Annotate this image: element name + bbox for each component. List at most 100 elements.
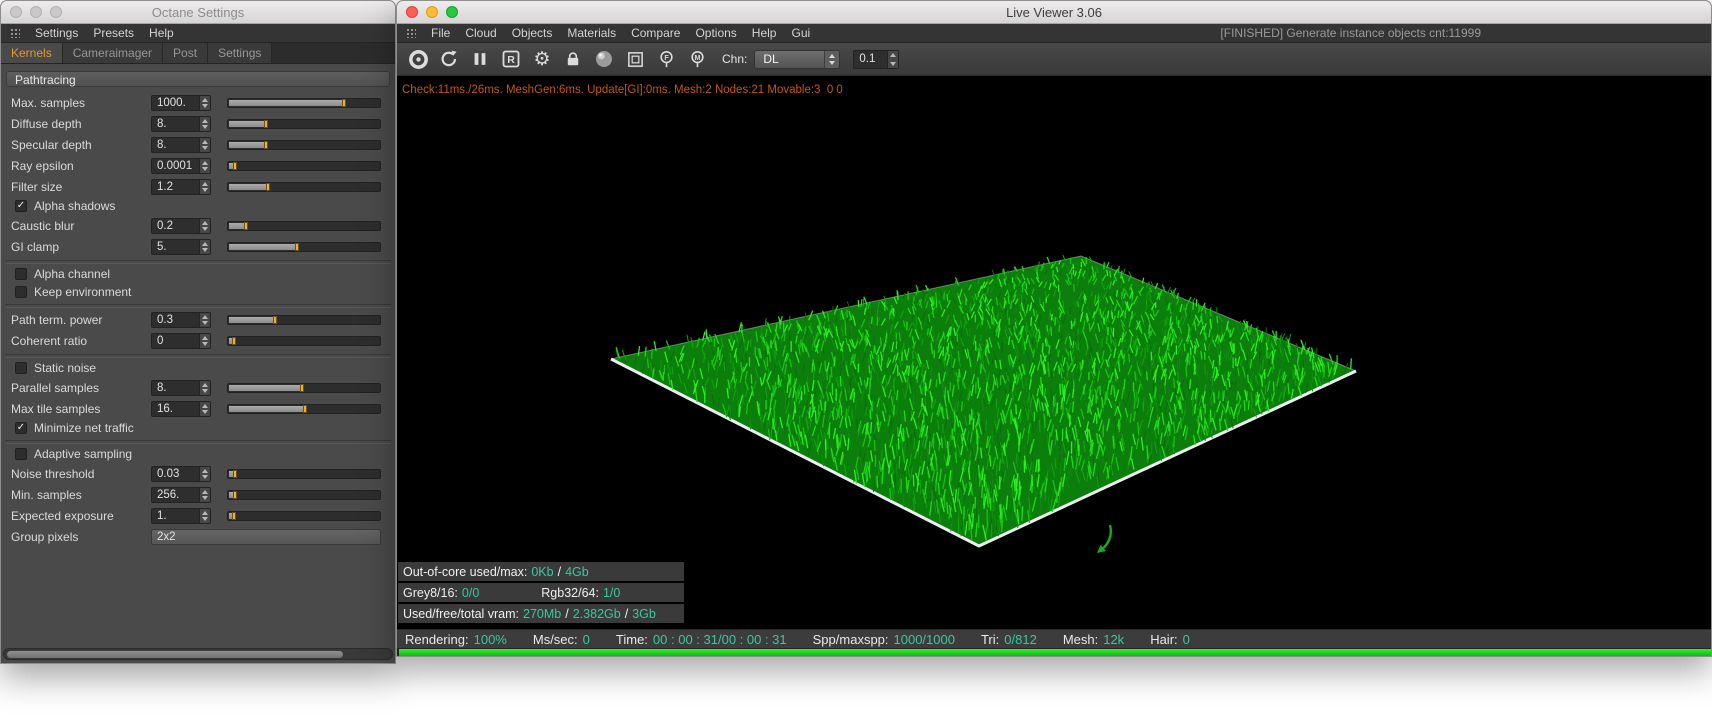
scrollbar-thumb[interactable] <box>7 650 343 658</box>
slider-noise-threshold[interactable] <box>227 468 381 479</box>
value-field-max-tile-samples[interactable]: 16. <box>151 400 211 417</box>
resolution-scale-field[interactable]: 0.1 <box>853 49 900 69</box>
zoom-button[interactable] <box>50 6 62 18</box>
minimize-button[interactable] <box>30 6 42 18</box>
pick-material-button[interactable]: M <box>685 47 709 71</box>
menu-item-help[interactable]: Help <box>149 26 174 40</box>
value-field-caustic-blur[interactable]: 0.2 <box>151 217 211 234</box>
checkbox-keep-environment[interactable] <box>15 286 27 298</box>
menu-item-cloud[interactable]: Cloud <box>465 26 496 40</box>
value-field-max-samples[interactable]: 1000. <box>151 94 211 111</box>
menu-item-gui[interactable]: Gui <box>791 26 810 40</box>
value-field-noise-threshold[interactable]: 0.03 <box>151 465 211 482</box>
slider-knob[interactable] <box>303 404 307 413</box>
slider-knob[interactable] <box>264 140 268 149</box>
slider-max-tile-samples[interactable] <box>227 403 381 414</box>
render-region-frame-button[interactable] <box>623 47 647 71</box>
menu-item-materials[interactable]: Materials <box>567 26 616 40</box>
slider-coherent-ratio[interactable] <box>227 335 381 346</box>
slider-parallel-samples[interactable] <box>227 382 381 393</box>
tab-settings[interactable]: Settings <box>208 43 273 63</box>
slider-knob[interactable] <box>233 469 237 478</box>
slider-knob[interactable] <box>266 182 270 191</box>
value-field-expected-exposure[interactable]: 1. <box>151 507 211 524</box>
slider-specular-depth[interactable] <box>227 139 381 150</box>
value-field-specular-depth[interactable]: 8. <box>151 136 211 153</box>
menu-item-compare[interactable]: Compare <box>631 26 680 40</box>
value-field-filter-size[interactable]: 1.2 <box>151 178 211 195</box>
slider-ray-epsilon[interactable] <box>227 160 381 171</box>
checkbox-alpha-shadows[interactable]: ✓ <box>15 200 27 212</box>
value-stepper[interactable] <box>199 380 210 395</box>
value-stepper[interactable] <box>199 95 210 110</box>
slider-max-samples[interactable] <box>227 97 381 108</box>
settings-button[interactable]: ⚙ <box>530 47 554 71</box>
value-field-path-term-power[interactable]: 0.3 <box>151 311 211 328</box>
value-stepper[interactable] <box>199 116 210 131</box>
menu-item-presets[interactable]: Presets <box>93 26 134 40</box>
restart-render-button[interactable] <box>406 47 430 71</box>
value-stepper[interactable] <box>199 333 210 348</box>
slider-filter-size[interactable] <box>227 181 381 192</box>
slider-knob[interactable] <box>295 242 299 251</box>
slider-knob[interactable] <box>244 221 248 230</box>
slider-diffuse-depth[interactable] <box>227 118 381 129</box>
checkbox-adaptive-sampling[interactable] <box>15 448 27 460</box>
minimize-button[interactable] <box>426 6 438 18</box>
reset-render-button[interactable] <box>437 47 461 71</box>
menu-item-settings[interactable]: Settings <box>35 26 78 40</box>
menu-item-help[interactable]: Help <box>752 26 777 40</box>
checkbox-minimize-net-traffic[interactable]: ✓ <box>15 422 27 434</box>
slider-caustic-blur[interactable] <box>227 220 381 231</box>
value-stepper[interactable] <box>199 158 210 173</box>
checkbox-static-noise[interactable] <box>15 362 27 374</box>
close-button[interactable] <box>10 6 22 18</box>
value-stepper[interactable] <box>199 179 210 194</box>
pick-focus-button[interactable]: F <box>654 47 678 71</box>
lock-resolution-button[interactable] <box>561 47 585 71</box>
slider-knob[interactable] <box>273 315 277 324</box>
slider-knob[interactable] <box>342 98 346 107</box>
slider-path-term-power[interactable] <box>227 314 381 325</box>
menu-item-options[interactable]: Options <box>695 26 736 40</box>
value-field-group-pixels[interactable]: 2x2 <box>151 528 381 545</box>
viewer-titlebar[interactable]: Live Viewer 3.06 <box>397 1 1711 24</box>
zoom-button[interactable] <box>446 6 458 18</box>
slider-gi-clamp[interactable] <box>227 241 381 252</box>
value-field-gi-clamp[interactable]: 5. <box>151 238 211 255</box>
slider-expected-exposure[interactable] <box>227 510 381 521</box>
horizontal-scrollbar[interactable] <box>3 648 393 660</box>
slider-knob[interactable] <box>233 490 237 499</box>
region-render-button[interactable]: R <box>499 47 523 71</box>
channel-select[interactable]: DL <box>754 49 841 69</box>
material-ball-button[interactable] <box>592 47 616 71</box>
tab-cameraimager[interactable]: Cameraimager <box>62 43 164 63</box>
menu-item-objects[interactable]: Objects <box>512 26 553 40</box>
value-stepper[interactable] <box>199 401 210 416</box>
value-stepper[interactable] <box>199 466 210 481</box>
checkbox-alpha-channel[interactable] <box>15 268 27 280</box>
value-stepper[interactable] <box>199 508 210 523</box>
value-field-parallel-samples[interactable]: 8. <box>151 379 211 396</box>
slider-knob[interactable] <box>232 511 236 520</box>
scale-stepper[interactable] <box>887 50 899 68</box>
close-button[interactable] <box>406 6 418 18</box>
slider-min-samples[interactable] <box>227 489 381 500</box>
slider-knob[interactable] <box>232 336 236 345</box>
tab-kernels[interactable]: Kernels <box>1 43 63 63</box>
value-stepper[interactable] <box>199 487 210 502</box>
slider-knob[interactable] <box>264 119 268 128</box>
tab-post[interactable]: Post <box>163 43 209 63</box>
value-field-diffuse-depth[interactable]: 8. <box>151 115 211 132</box>
value-stepper[interactable] <box>199 312 210 327</box>
octane-titlebar[interactable]: Octane Settings <box>1 1 395 24</box>
menu-item-file[interactable]: File <box>431 26 450 40</box>
section-header-pathtracing[interactable]: Pathtracing <box>6 71 390 87</box>
value-field-min-samples[interactable]: 256. <box>151 486 211 503</box>
pause-render-button[interactable] <box>468 47 492 71</box>
value-stepper[interactable] <box>199 137 210 152</box>
value-stepper[interactable] <box>199 239 210 254</box>
slider-knob[interactable] <box>233 161 237 170</box>
value-stepper[interactable] <box>199 218 210 233</box>
value-field-ray-epsilon[interactable]: 0.0001 <box>151 157 211 174</box>
